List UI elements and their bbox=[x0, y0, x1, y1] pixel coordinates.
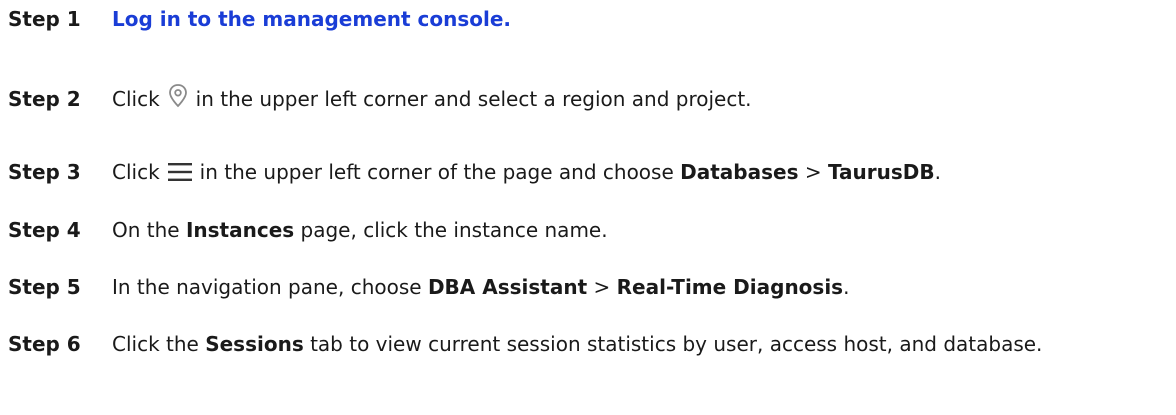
step-text: in the upper left corner of the page and… bbox=[199, 160, 674, 184]
step-text: On the bbox=[112, 218, 180, 242]
dba-assistant-label: DBA Assistant bbox=[427, 275, 588, 299]
taurusdb-label: TaurusDB bbox=[827, 160, 935, 184]
step-text: page, click the instance name. bbox=[300, 218, 608, 242]
step-4: Step 4 On the Instances page, click the i… bbox=[8, 217, 1176, 243]
step-text: In the navigation pane, choose bbox=[112, 275, 422, 299]
instances-label: Instances bbox=[185, 218, 295, 242]
location-pin-icon bbox=[166, 82, 190, 116]
step-label: Step 4 bbox=[8, 218, 81, 242]
step-text: Click bbox=[112, 87, 160, 111]
sessions-label: Sessions bbox=[205, 332, 304, 356]
menu-icon bbox=[166, 161, 194, 189]
separator: > bbox=[593, 275, 611, 299]
separator: > bbox=[804, 160, 822, 184]
step-3: Step 3 Click in the upper left corner of t… bbox=[8, 159, 1176, 189]
step-2: Step 2 Click in the upper left corner and … bbox=[8, 82, 1176, 116]
step-label: Step 3 bbox=[8, 160, 81, 184]
step-label: Step 2 bbox=[8, 87, 81, 111]
step-1: Step 1 Log in to the management console. bbox=[8, 6, 1176, 32]
step-label: Step 6 bbox=[8, 332, 81, 356]
step-text: in the upper left corner and select a re… bbox=[195, 87, 752, 111]
period: . bbox=[934, 160, 941, 184]
management-console-link[interactable]: Log in to the management console. bbox=[112, 7, 511, 31]
step-text: Click the bbox=[112, 332, 199, 356]
real-time-diagnosis-label: Real-Time Diagnosis bbox=[616, 275, 844, 299]
step-text: tab to view current session statistics b… bbox=[310, 332, 1043, 356]
step-text: Click bbox=[112, 160, 160, 184]
period: . bbox=[843, 275, 850, 299]
step-6: Step 6 Click the Sessions tab to view cur… bbox=[8, 331, 1152, 357]
databases-label: Databases bbox=[680, 160, 799, 184]
procedure-steps: Step 1 Log in to the management console. … bbox=[0, 0, 1176, 415]
step-5: Step 5 In the navigation pane, choose DBA… bbox=[8, 274, 1176, 300]
step-label: Step 5 bbox=[8, 275, 81, 299]
step-label: Step 1 bbox=[8, 7, 81, 31]
